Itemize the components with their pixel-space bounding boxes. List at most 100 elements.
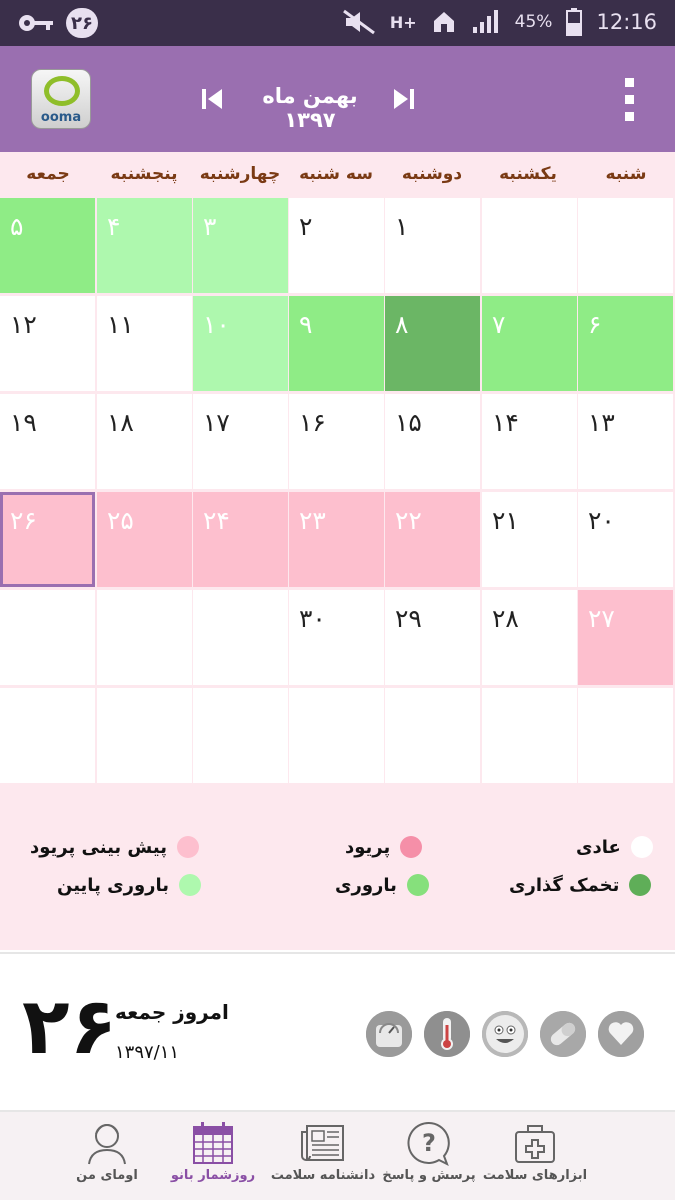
calendar-day[interactable] (0, 590, 95, 685)
legend-ovulation: تخمک گذاری (509, 874, 652, 896)
calendar-day[interactable]: ۲۱ (482, 492, 577, 587)
heart-icon[interactable] (598, 1011, 644, 1057)
calendar-day[interactable]: ۷ (482, 296, 577, 391)
month-calendar: جمعه پنجشنبه چهارشنبه سه شنبه دوشنبه یکش… (0, 152, 675, 788)
prev-month-button[interactable] (200, 87, 224, 111)
calendar-day[interactable]: ۲ (289, 198, 384, 293)
calendar-day-today[interactable]: ۲۶ (0, 492, 95, 587)
nav-health-encyclopedia[interactable]: دانشنامه سلامت (270, 1118, 376, 1198)
day-number: ۳ (203, 212, 217, 241)
battery-icon (566, 8, 583, 36)
nav-label: روزشمار بانو (170, 1168, 256, 1183)
day-number: ۶ (588, 310, 602, 339)
legend-low-fertility: باروری پایین (57, 874, 202, 896)
calendar-day[interactable]: ۱۴ (482, 394, 577, 489)
weekday-label: شنبه (605, 164, 647, 184)
weekday-label: یکشنبه (499, 164, 557, 184)
nav-questions-answers[interactable]: ? پرسش و پاسخ (376, 1118, 482, 1198)
pill-icon[interactable] (540, 1011, 586, 1057)
day-number: ۱۸ (107, 408, 134, 437)
day-number: ۱۳ (588, 408, 615, 437)
scale-icon[interactable] (366, 1011, 412, 1057)
nav-health-tools[interactable]: ابزارهای سلامت (482, 1118, 588, 1198)
nav-banou-calendar[interactable]: روزشمار بانو (160, 1118, 266, 1198)
weekday-label: دوشنبه (401, 164, 463, 184)
newspaper-icon (301, 1125, 344, 1161)
nav-my-ooma[interactable]: اومای من (54, 1118, 160, 1198)
day-number: ۲ (299, 212, 313, 241)
calendar-day[interactable] (193, 590, 288, 685)
clock: 12:16 (596, 10, 657, 34)
legend-label: تخمک گذاری (509, 874, 620, 896)
calendar-day[interactable] (289, 688, 384, 783)
calendar-day[interactable]: ۹ (289, 296, 384, 391)
legend-label: پیش بینی پریود (30, 836, 167, 858)
weekday-label: سه شنبه (299, 164, 373, 184)
status-bar: ۲۶ H+ 45% 12:16 (0, 0, 675, 46)
legend-label: پریود (345, 836, 391, 858)
day-number: ۱۴ (492, 408, 519, 437)
calendar-day[interactable] (97, 688, 192, 783)
svg-text:?: ? (422, 1129, 436, 1157)
profile-icon (88, 1123, 126, 1165)
calendar-day[interactable]: ۱۸ (97, 394, 192, 489)
day-number: ۱۵ (395, 408, 422, 437)
today-day-number: ۲۶ (22, 982, 118, 1072)
day-number: ۲۵ (107, 506, 134, 535)
calendar-day[interactable]: ۶ (578, 296, 673, 391)
home-icon (433, 12, 454, 32)
calendar-day[interactable]: ۱۶ (289, 394, 384, 489)
calendar-day[interactable]: ۱ (385, 198, 480, 293)
calendar-day[interactable]: ۲۳ (289, 492, 384, 587)
day-number: ۱۹ (10, 408, 37, 437)
calendar-day[interactable]: ۱۳ (578, 394, 673, 489)
day-number: ۹ (299, 310, 313, 339)
calendar-day[interactable]: ۱۰ (193, 296, 288, 391)
day-number: ۱۲ (10, 310, 37, 339)
calendar-day[interactable]: ۲۸ (482, 590, 577, 685)
calendar-day[interactable] (193, 688, 288, 783)
today-date: ۱۳۹۷/۱۱ (115, 1042, 180, 1063)
mood-icon[interactable] (482, 1011, 528, 1057)
legend-label: باروری (335, 874, 397, 896)
calendar-day[interactable] (482, 688, 577, 783)
calendar-day[interactable]: ۲۹ (385, 590, 480, 685)
ooma-logo[interactable]: ooma (31, 69, 91, 129)
calendar-day[interactable]: ۱۹ (0, 394, 95, 489)
calendar-day[interactable] (0, 688, 95, 783)
next-month-button[interactable] (392, 87, 416, 111)
day-number: ۳۰ (299, 604, 326, 633)
calendar-day[interactable]: ۲۷ (578, 590, 673, 685)
legend-predicted-period: پیش بینی پریود (30, 836, 199, 858)
overflow-menu-button[interactable] (620, 76, 640, 124)
question-icon: ? (407, 1121, 450, 1166)
calendar-day[interactable]: ۴ (97, 198, 192, 293)
calendar-day[interactable]: ۳۰ (289, 590, 384, 685)
calendar-day[interactable]: ۲۵ (97, 492, 192, 587)
calendar-day[interactable]: ۵ (0, 198, 95, 293)
calendar-day[interactable]: ۸ (385, 296, 480, 391)
calendar-day[interactable] (578, 198, 673, 293)
calendar-day[interactable] (97, 590, 192, 685)
calendar-day[interactable]: ۳ (193, 198, 288, 293)
notification-badge: ۲۶ (66, 8, 98, 38)
calendar-day[interactable]: ۱۷ (193, 394, 288, 489)
calendar-day[interactable]: ۲۰ (578, 492, 673, 587)
bottom-navigation: اومای من روزشمار بانو دانشنامه سلامت ? پ… (0, 1112, 675, 1200)
day-number: ۲۷ (588, 604, 615, 633)
day-number: ۲۴ (203, 506, 230, 535)
calendar-day[interactable]: ۲۲ (385, 492, 480, 587)
today-panel: ۲۶ امروز جمعه ۱۳۹۷/۱۱ (0, 952, 675, 1112)
calendar-day[interactable] (385, 688, 480, 783)
calendar-icon (193, 1122, 233, 1164)
calendar-day[interactable]: ۱۲ (0, 296, 95, 391)
calendar-day[interactable] (482, 198, 577, 293)
calendar-day[interactable]: ۱۱ (97, 296, 192, 391)
day-number: ۱۶ (299, 408, 326, 437)
nav-label: ابزارهای سلامت (482, 1168, 588, 1183)
calendar-day[interactable]: ۱۵ (385, 394, 480, 489)
weekday-label: چهارشنبه (199, 164, 281, 184)
calendar-day[interactable]: ۲۴ (193, 492, 288, 587)
thermometer-icon[interactable] (424, 1011, 470, 1057)
calendar-day[interactable] (578, 688, 673, 783)
